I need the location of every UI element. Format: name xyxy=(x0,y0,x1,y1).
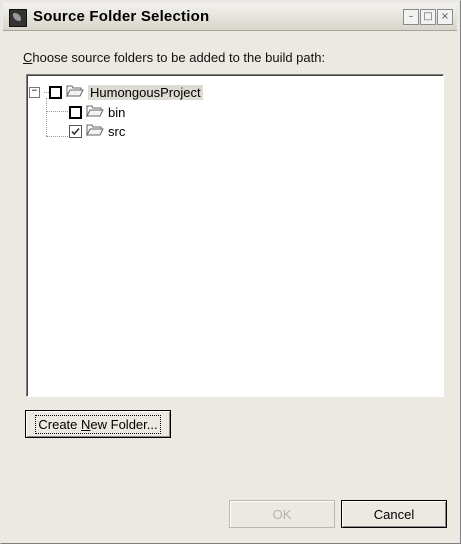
minimize-icon[interactable]: – xyxy=(403,9,419,25)
tree-node-bin[interactable]: bin xyxy=(69,103,125,121)
folder-open-icon xyxy=(66,84,84,101)
close-icon[interactable]: × xyxy=(437,9,453,25)
instruction-label: Choose source folders to be added to the… xyxy=(23,50,325,65)
title-bar[interactable]: Source Folder Selection – □ × xyxy=(3,3,457,31)
checkmark-icon xyxy=(71,127,80,135)
source-folder-dialog: Source Folder Selection – □ × Choose sou… xyxy=(0,0,461,544)
tree-connector xyxy=(46,136,68,137)
src-checkbox[interactable] xyxy=(69,124,82,138)
ok-button[interactable]: OK xyxy=(229,500,335,528)
cancel-button[interactable]: Cancel xyxy=(341,500,447,528)
create-label-mnemonic: N xyxy=(81,416,91,432)
folder-open-icon xyxy=(86,123,104,140)
bin-checkbox[interactable] xyxy=(69,105,82,119)
collapse-icon[interactable]: − xyxy=(29,86,40,98)
tree-connector xyxy=(46,111,68,112)
folder-open-icon xyxy=(86,104,104,121)
create-label-prefix: Create xyxy=(38,416,82,432)
tree-node-label[interactable]: src xyxy=(108,124,125,139)
prompt-text: hoose source folders to be added to the … xyxy=(32,50,326,65)
create-label-suffix: ew Folder... xyxy=(90,416,158,432)
tree-node-root[interactable]: − HumongousProject xyxy=(29,83,203,101)
tree-node-label[interactable]: bin xyxy=(108,105,125,120)
root-checkbox[interactable] xyxy=(49,85,62,99)
create-new-folder-label: Create New Folder... xyxy=(35,414,161,434)
dialog-title: Source Folder Selection xyxy=(33,8,210,25)
tree-connector xyxy=(46,98,47,136)
window-controls: – □ × xyxy=(403,9,453,25)
app-icon xyxy=(9,9,27,27)
maximize-icon[interactable]: □ xyxy=(420,9,436,25)
tree-node-src[interactable]: src xyxy=(69,122,125,140)
prompt-mnemonic: C xyxy=(23,50,33,65)
tree-node-label[interactable]: HumongousProject xyxy=(88,84,203,100)
create-new-folder-button[interactable]: Create New Folder... xyxy=(25,410,171,438)
folder-tree[interactable]: − HumongousProject bin src xyxy=(26,74,444,397)
